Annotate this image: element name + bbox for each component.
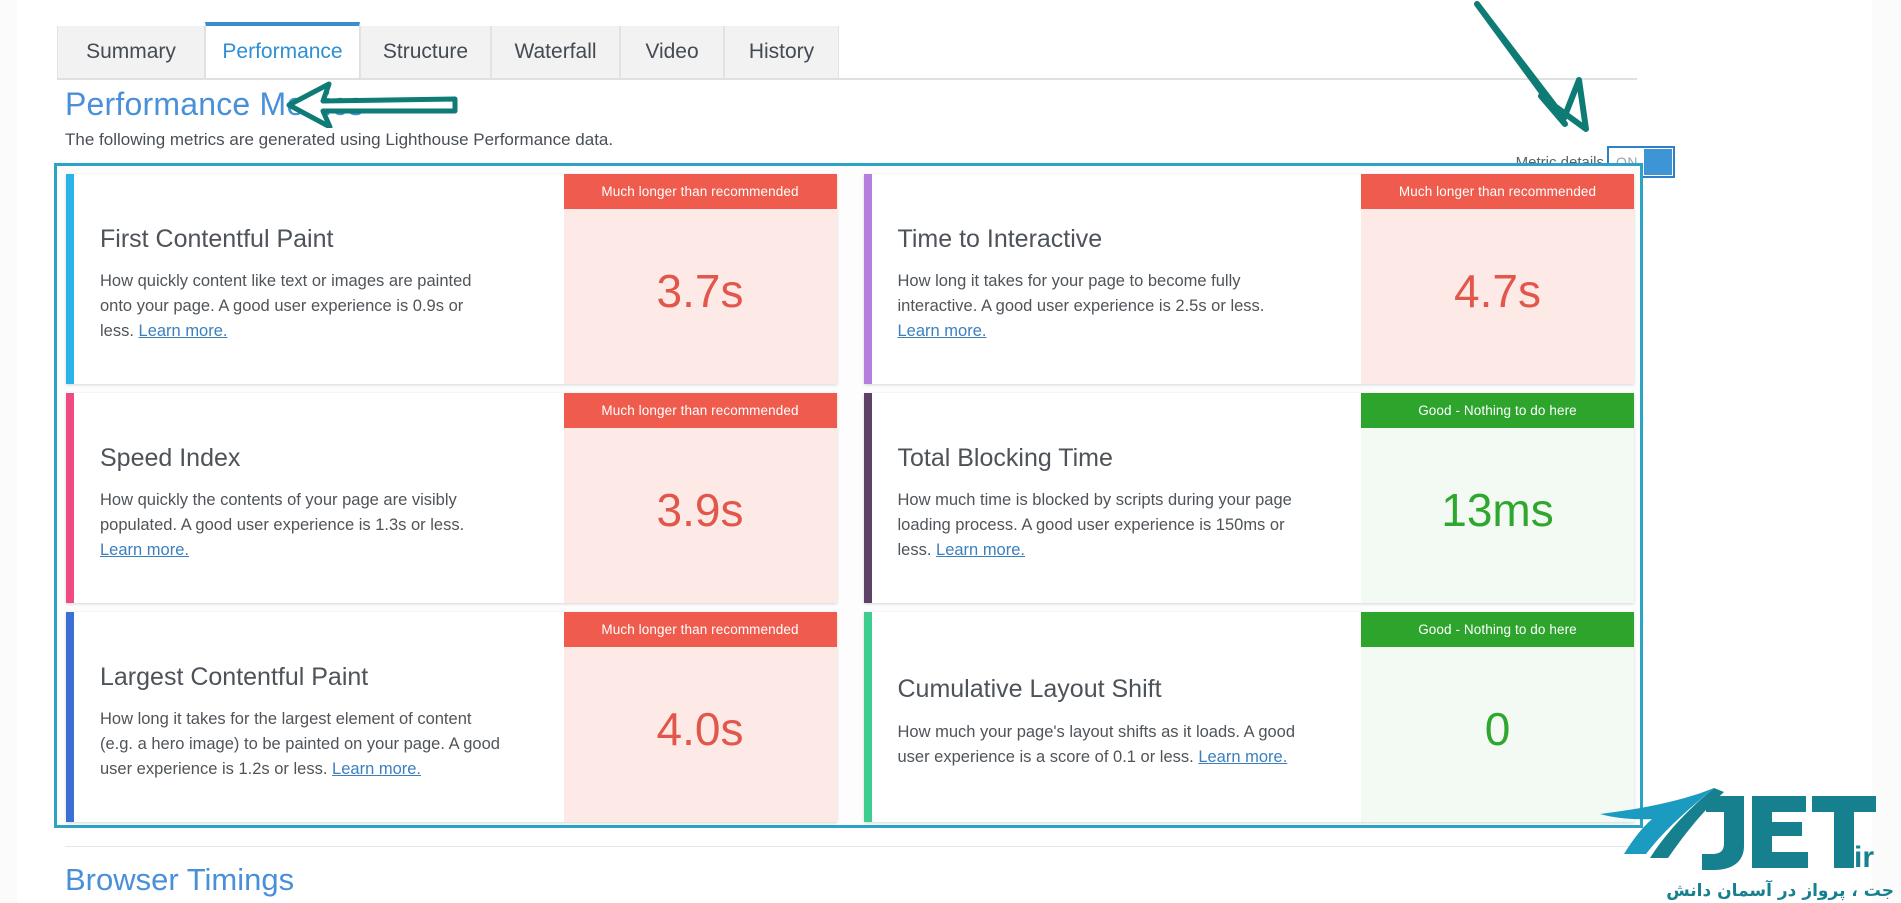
- metric-result: Much longer than recommended 3.9s: [563, 393, 837, 603]
- metric-card: Time to Interactive How long it takes for…: [863, 174, 1634, 384]
- metric-description: How much time is blocked by scripts duri…: [898, 488, 1298, 563]
- metric-name: Largest Contentful Paint: [100, 662, 369, 691]
- learn-more-link[interactable]: Learn more.: [332, 760, 421, 778]
- metric-description-text: How long it takes for the largest elemen…: [100, 710, 500, 779]
- metric-value: 0: [1484, 702, 1511, 755]
- tab-waterfall[interactable]: Waterfall: [491, 26, 620, 78]
- metric-accent-bar: [66, 393, 74, 603]
- report-sheet: Summary Performance Structure Waterfall Vide…: [17, 0, 1872, 903]
- status-badge: Much longer than recommended: [563, 612, 837, 647]
- status-badge: Good - Nothing to do here: [1361, 612, 1634, 647]
- metric-description-text: How long it takes for your page to becom…: [897, 272, 1265, 316]
- status-badge: Much longer than recommended: [563, 393, 837, 428]
- tab-label: History: [748, 40, 815, 63]
- metric-accent-bar: [863, 393, 872, 603]
- tab-bar: Summary Performance Structure Waterfall Vide…: [57, 22, 1637, 78]
- metric-result: Much longer than recommended 3.7s: [563, 174, 837, 384]
- page-subtitle: The following metrics are generated usin…: [65, 130, 614, 149]
- toggle-knob[interactable]: [1644, 149, 1672, 175]
- tab-performance[interactable]: Performance: [205, 22, 360, 78]
- metric-description-text: How quickly the contents of your page ar…: [100, 491, 465, 535]
- section-divider: [65, 846, 1635, 847]
- metric-name: Cumulative Layout Shift: [897, 675, 1162, 704]
- metric-card: First Contentful Paint How quickly conten…: [66, 174, 837, 384]
- tab-video[interactable]: Video: [620, 26, 724, 78]
- metric-accent-bar: [66, 174, 74, 384]
- metric-description: How quickly content like text or images …: [100, 269, 500, 344]
- metric-info: Time to Interactive How long it takes for…: [872, 174, 1362, 384]
- tab-history[interactable]: History: [724, 26, 839, 78]
- metric-name: Total Blocking Time: [897, 443, 1113, 472]
- metric-card: Largest Contentful Paint How long it take…: [66, 612, 837, 822]
- page-title: Performance Metrics: [65, 86, 364, 122]
- metric-card: Speed Index How quickly the contents of y…: [66, 393, 837, 603]
- metric-name: First Contentful Paint: [100, 224, 334, 253]
- status-badge: Good - Nothing to do here: [1361, 393, 1634, 428]
- metric-value: 3.9s: [656, 483, 744, 536]
- metric-accent-bar: [863, 174, 872, 384]
- metric-info: Cumulative Layout Shift How much your pag…: [872, 612, 1362, 822]
- metric-name: Speed Index: [100, 443, 241, 472]
- metric-description: How much your page's layout shifts as it…: [898, 720, 1298, 770]
- metrics-grid: First Contentful Paint How quickly conten…: [66, 174, 1634, 822]
- metric-info: Total Blocking Time How much time is bloc…: [872, 393, 1362, 603]
- metric-info: Largest Contentful Paint How long it take…: [74, 612, 564, 822]
- metric-value: 3.7s: [656, 264, 744, 317]
- metric-accent-bar: [66, 612, 74, 822]
- metric-result: Good - Nothing to do here 13ms: [1361, 393, 1634, 603]
- learn-more-link[interactable]: Learn more.: [139, 322, 228, 340]
- metric-card: Total Blocking Time How much time is bloc…: [863, 393, 1634, 603]
- status-badge: Much longer than recommended: [1361, 174, 1634, 209]
- metric-accent-bar: [863, 612, 872, 822]
- metric-card: Cumulative Layout Shift How much your pag…: [863, 612, 1634, 822]
- tab-underline: [57, 78, 1637, 80]
- browser-timings-title: Browser Timings: [65, 862, 295, 897]
- metric-info: First Contentful Paint How quickly conten…: [74, 174, 564, 384]
- metric-result: Good - Nothing to do here 0: [1361, 612, 1634, 822]
- metric-value: 4.7s: [1454, 264, 1541, 317]
- metric-info: Speed Index How quickly the contents of y…: [74, 393, 564, 603]
- tab-label: Structure: [382, 40, 469, 63]
- metric-name: Time to Interactive: [897, 224, 1103, 253]
- metric-result: Much longer than recommended 4.0s: [563, 612, 837, 822]
- metric-value: 13ms: [1441, 483, 1554, 536]
- tab-label: Video: [645, 40, 699, 63]
- metric-description: How long it takes for the largest elemen…: [100, 707, 500, 782]
- tab-summary[interactable]: Summary: [57, 26, 205, 78]
- learn-more-link[interactable]: Learn more.: [100, 541, 189, 559]
- learn-more-link[interactable]: Learn more.: [898, 322, 987, 340]
- tab-label: Performance: [222, 40, 343, 63]
- metric-value: 4.0s: [656, 702, 744, 755]
- page-background: Summary Performance Structure Waterfall Vide…: [0, 0, 1901, 903]
- tab-label: Summary: [86, 40, 176, 63]
- metric-result: Much longer than recommended 4.7s: [1361, 174, 1634, 384]
- learn-more-link[interactable]: Learn more.: [1198, 748, 1287, 766]
- metric-description: How long it takes for your page to becom…: [898, 269, 1298, 344]
- tab-structure[interactable]: Structure: [360, 26, 491, 78]
- status-badge: Much longer than recommended: [563, 174, 837, 209]
- performance-metrics-panel: First Contentful Paint How quickly conten…: [54, 163, 1643, 828]
- learn-more-link[interactable]: Learn more.: [936, 541, 1025, 559]
- metric-description: How quickly the contents of your page ar…: [100, 488, 500, 563]
- tab-label: Waterfall: [514, 40, 597, 63]
